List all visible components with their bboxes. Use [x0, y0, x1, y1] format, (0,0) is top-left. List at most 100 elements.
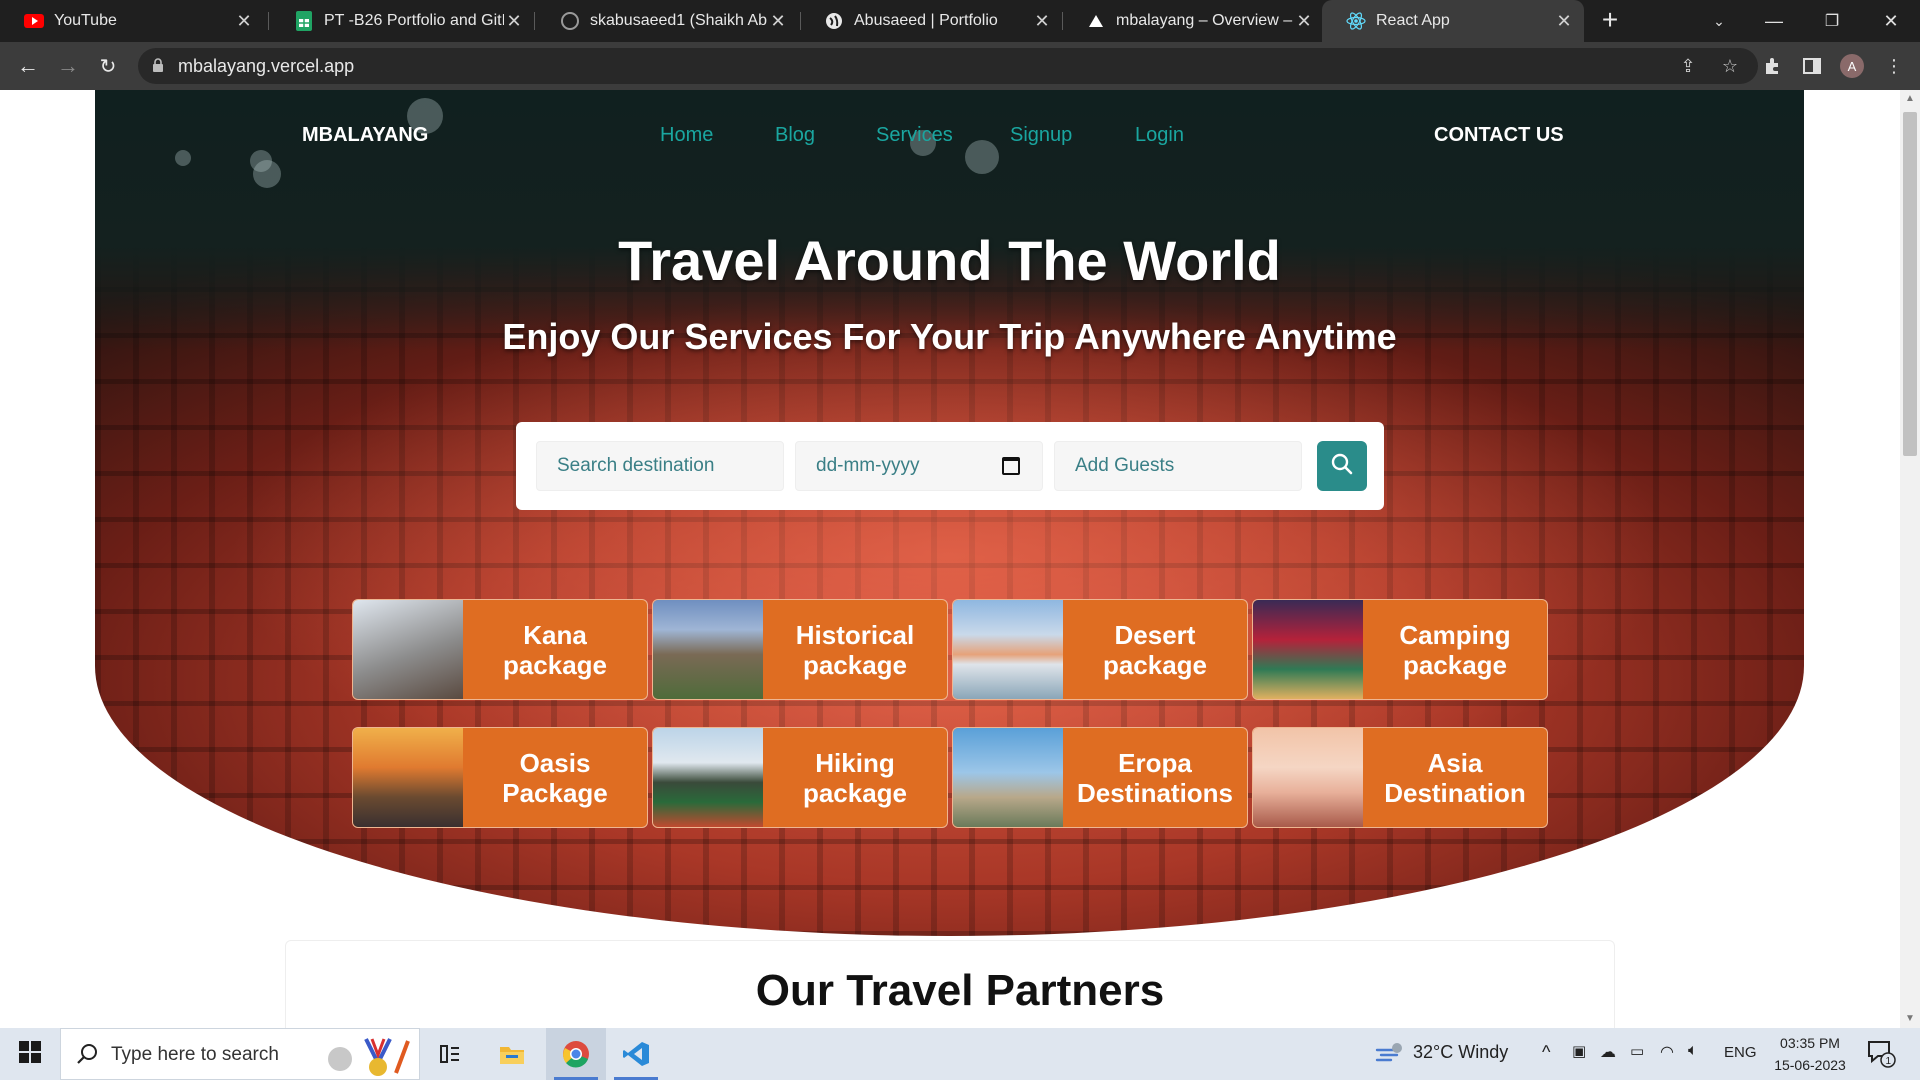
- scrollbar-thumb[interactable]: [1903, 112, 1917, 456]
- date-input[interactable]: dd-mm-yyyy: [795, 441, 1043, 491]
- package-label: Asia Destination: [1384, 747, 1526, 808]
- package-label: Eropa Destinations: [1076, 747, 1234, 808]
- nav-link-signup[interactable]: Signup: [1010, 124, 1072, 147]
- package-thumbnail: [1253, 600, 1363, 699]
- close-icon[interactable]: ✕: [1294, 11, 1314, 32]
- system-clock[interactable]: 03:35 PM 15-06-2023: [1760, 1032, 1860, 1076]
- battery-icon[interactable]: ▭: [1630, 1042, 1644, 1060]
- destination-search-input[interactable]: Search destination: [536, 441, 784, 491]
- bookmark-star-icon[interactable]: ☆: [1718, 54, 1742, 78]
- clock-date: 15-06-2023: [1774, 1057, 1846, 1073]
- close-icon[interactable]: ✕: [504, 11, 524, 32]
- sheets-icon: [294, 11, 314, 31]
- nav-link-services[interactable]: Services: [876, 124, 953, 147]
- share-icon[interactable]: ⇪: [1676, 54, 1700, 78]
- clock-time: 03:35 PM: [1780, 1035, 1840, 1051]
- package-label: Kana package: [502, 619, 608, 680]
- globe-icon: [824, 11, 844, 31]
- input-language[interactable]: ENG: [1724, 1044, 1757, 1061]
- lock-icon: [152, 58, 164, 72]
- tab-title: Abusaeed | Portfolio: [854, 12, 998, 29]
- start-button[interactable]: [0, 1028, 60, 1080]
- forward-arrow-icon[interactable]: →: [52, 50, 84, 82]
- weather-icon[interactable]: [1375, 1040, 1405, 1069]
- tab-vercel[interactable]: mbalayang – Overview – Ve ✕: [1062, 0, 1324, 42]
- back-arrow-icon[interactable]: ←: [12, 50, 44, 82]
- wifi-icon[interactable]: ◠: [1660, 1042, 1674, 1062]
- new-tab-button[interactable]: +: [1595, 6, 1625, 36]
- address-bar[interactable]: mbalayang.vercel.app ⇪ ☆: [138, 48, 1758, 84]
- package-thumbnail: [353, 728, 463, 827]
- package-label: Oasis Package: [502, 747, 608, 808]
- minimize-button[interactable]: —: [1745, 0, 1803, 42]
- profile-avatar[interactable]: A: [1840, 54, 1864, 78]
- tab-portfolio-sheet[interactable]: PT -B26 Portfolio and GitHu ✕: [270, 0, 534, 42]
- windows-logo-icon: [19, 1040, 41, 1068]
- weather-text[interactable]: 32°C Windy: [1413, 1042, 1508, 1063]
- chrome-taskbar-icon[interactable]: [546, 1028, 606, 1080]
- nav-link-login[interactable]: Login: [1135, 124, 1184, 147]
- file-explorer-icon[interactable]: [482, 1028, 542, 1080]
- package-thumbnail: [653, 728, 763, 827]
- task-view-icon[interactable]: [420, 1028, 480, 1080]
- notification-center-icon[interactable]: 1: [1866, 1038, 1896, 1073]
- package-card-asia[interactable]: Asia Destination: [1252, 727, 1548, 828]
- windows-taskbar: Type here to search 32°C Windy ^ ▣ ☁ ▭ ◠…: [0, 1028, 1920, 1080]
- decorative-bubble: [175, 150, 191, 166]
- meet-now-icon[interactable]: ▣: [1572, 1042, 1586, 1060]
- vercel-icon: [1086, 11, 1106, 31]
- browser-menu-icon[interactable]: ⋮: [1882, 54, 1906, 78]
- onedrive-cloud-icon[interactable]: ☁: [1600, 1042, 1616, 1062]
- close-icon[interactable]: ✕: [1032, 11, 1052, 32]
- search-button[interactable]: [1317, 441, 1367, 491]
- package-thumbnail: [953, 728, 1063, 827]
- tab-search-chevron-icon[interactable]: ⌄: [1690, 0, 1748, 42]
- package-card-camping[interactable]: Camping package: [1252, 599, 1548, 700]
- side-panel-icon[interactable]: [1800, 54, 1824, 78]
- show-hidden-icons-chevron-icon[interactable]: ^: [1542, 1042, 1550, 1063]
- scroll-down-arrow-icon[interactable]: ▼: [1900, 1010, 1920, 1028]
- close-icon[interactable]: ✕: [234, 11, 254, 32]
- tab-github[interactable]: skabusaeed1 (Shaikh Abusa ✕: [536, 0, 798, 42]
- package-label: Hiking package: [802, 747, 908, 808]
- decorative-bubble: [965, 140, 999, 174]
- vscode-taskbar-icon[interactable]: [606, 1028, 666, 1080]
- browser-tab-strip: YouTube ✕ PT -B26 Portfolio and GitHu ✕ …: [0, 0, 1920, 42]
- react-icon: [1346, 11, 1366, 31]
- package-label: Desert package: [1102, 619, 1208, 680]
- package-card-kana[interactable]: Kana package: [352, 599, 648, 700]
- tab-react-app[interactable]: React App ✕: [1322, 0, 1584, 42]
- browser-toolbar: ← → ↻ mbalayang.vercel.app ⇪ ☆ A ⋮: [0, 42, 1920, 90]
- date-placeholder: dd-mm-yyyy: [816, 455, 920, 476]
- package-card-historical[interactable]: Historical package: [652, 599, 948, 700]
- volume-icon[interactable]: 🔈︎: [1688, 1042, 1698, 1060]
- guests-input[interactable]: Add Guests: [1054, 441, 1302, 491]
- package-card-oasis[interactable]: Oasis Package: [352, 727, 648, 828]
- package-card-desert[interactable]: Desert package: [952, 599, 1248, 700]
- calendar-icon[interactable]: [1002, 457, 1020, 475]
- hero-title: Travel Around The World: [618, 229, 1281, 292]
- tab-youtube[interactable]: YouTube ✕: [0, 0, 264, 42]
- contact-us-link[interactable]: CONTACT US: [1434, 124, 1564, 147]
- scroll-up-arrow-icon[interactable]: ▲: [1900, 90, 1920, 108]
- site-brand[interactable]: MBALAYANG: [302, 124, 428, 147]
- nav-link-home[interactable]: Home: [660, 124, 713, 147]
- window-close-button[interactable]: ✕: [1862, 0, 1920, 42]
- reload-icon[interactable]: ↻: [92, 50, 124, 82]
- search-icon: [77, 1043, 99, 1070]
- extensions-puzzle-icon[interactable]: [1760, 54, 1784, 78]
- close-icon[interactable]: ✕: [1554, 11, 1574, 32]
- restore-button[interactable]: ❐: [1803, 0, 1861, 42]
- package-thumbnail: [353, 600, 463, 699]
- package-card-eropa[interactable]: Eropa Destinations: [952, 727, 1248, 828]
- search-icon: [1331, 453, 1353, 480]
- nav-link-blog[interactable]: Blog: [775, 124, 815, 147]
- tab-abusaeed-portfolio[interactable]: Abusaeed | Portfolio ✕: [800, 0, 1062, 42]
- package-card-hiking[interactable]: Hiking package: [652, 727, 948, 828]
- package-label: Historical package: [795, 619, 915, 680]
- package-label: Camping package: [1399, 619, 1511, 680]
- tab-divider: [534, 12, 535, 30]
- taskbar-search-box[interactable]: Type here to search: [60, 1028, 420, 1080]
- tab-divider: [268, 12, 269, 30]
- close-icon[interactable]: ✕: [768, 11, 788, 32]
